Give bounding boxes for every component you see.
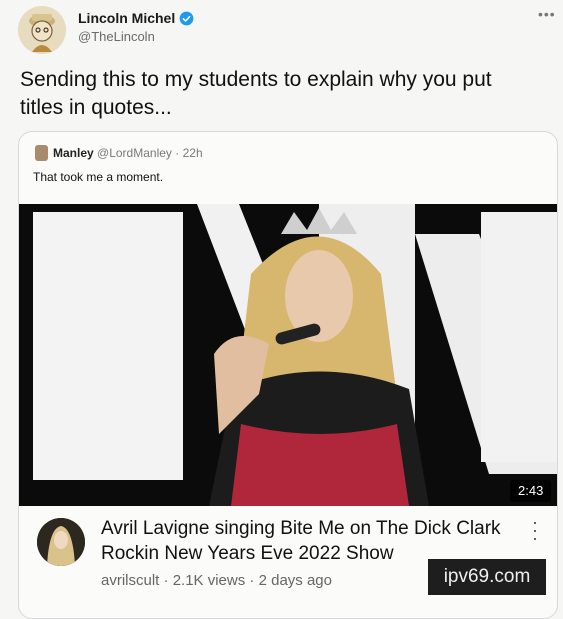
quoted-tweet-card[interactable]: Manley @LordManley · 22h That took me a … [18, 131, 558, 619]
channel-name[interactable]: avrilscult [101, 572, 159, 589]
quoted-separator: · [175, 146, 180, 160]
author-avatar[interactable] [18, 6, 66, 54]
quoted-author-handle[interactable]: @LordManley [97, 146, 172, 160]
quoted-author-name[interactable]: Manley [53, 146, 94, 160]
video-thumbnail[interactable] [19, 204, 557, 506]
tweet-text: Sending this to my students to explain w… [20, 68, 492, 119]
site-watermark: ipv69.com [428, 559, 546, 595]
quoted-author-avatar[interactable] [35, 145, 48, 161]
video-meta: avrilscult · 2.1K views · 2 days ago [101, 572, 332, 589]
verified-badge-icon [179, 11, 194, 25]
video-frame-image [19, 204, 557, 506]
meta-separator-2: · [249, 572, 255, 589]
quoted-tweet-text: That took me a moment. [33, 170, 164, 184]
video-duration: 2:43 [510, 480, 552, 502]
more-dots-icon[interactable]: ••• [538, 6, 556, 22]
quoted-tweet-header: Manley @LordManley · 22h [53, 146, 203, 160]
upload-age: 2 days ago [258, 572, 332, 589]
illustrated-portrait-icon [18, 6, 66, 54]
author-name[interactable]: Lincoln Michel [78, 10, 175, 26]
author-name-row[interactable]: Lincoln Michel [78, 10, 194, 26]
meta-separator-1: · [163, 572, 169, 589]
channel-avatar[interactable] [37, 518, 85, 566]
quoted-time[interactable]: 22h [183, 146, 203, 160]
view-count: 2.1K views [172, 572, 246, 589]
author-handle[interactable]: @TheLincoln [78, 29, 155, 44]
channel-avatar-icon [37, 518, 85, 566]
video-options-icon[interactable]: · · · [532, 513, 538, 547]
